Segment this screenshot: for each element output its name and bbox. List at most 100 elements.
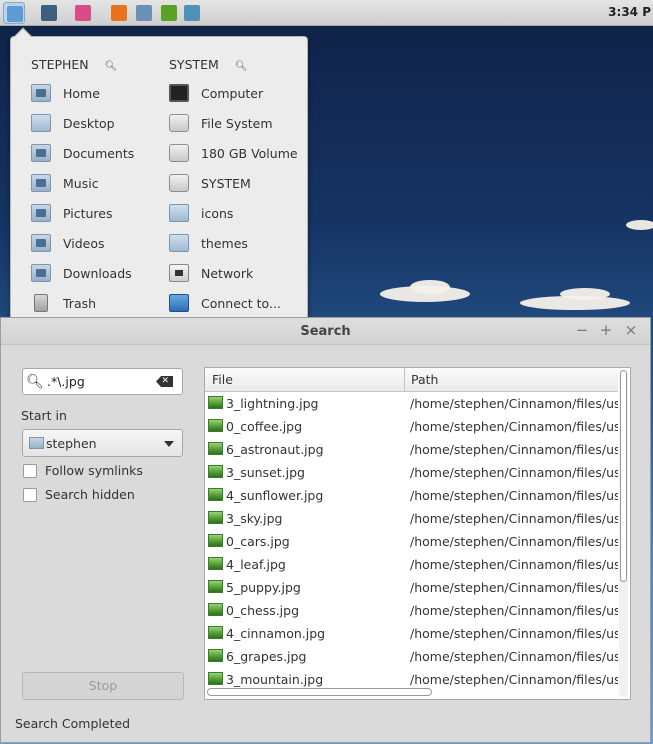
file-path: /home/stephen/Cinnamon/files/usr/sh [410, 672, 618, 687]
system-monitor-launcher[interactable] [38, 2, 60, 24]
minimize-button[interactable]: − [574, 321, 590, 339]
place-item-label: Documents [63, 145, 135, 161]
spotify-launcher[interactable] [158, 2, 180, 24]
column-header-path[interactable]: Path [411, 372, 438, 387]
table-row[interactable]: 4_leaf.jpg/home/stephen/Cinnamon/files/u… [205, 553, 618, 576]
wallpaper-cloud [626, 220, 653, 230]
table-row[interactable]: 6_astronaut.jpg/home/stephen/Cinnamon/fi… [205, 438, 618, 461]
place-item-videos[interactable]: Videos [31, 232, 105, 254]
file-name: 3_sky.jpg [226, 511, 283, 526]
place-item-label: Connect to... [201, 295, 281, 311]
place-item-label: Computer [201, 85, 264, 101]
maximize-button[interactable]: + [598, 321, 614, 339]
scanner-launcher[interactable] [133, 2, 155, 24]
place-item-themes[interactable]: themes [169, 232, 248, 254]
color-picker-launcher[interactable] [72, 2, 94, 24]
firefox-launcher-icon [111, 5, 127, 21]
remote-desktop-launcher[interactable] [181, 2, 203, 24]
system-places-heading: SYSTEM 🔍︎ [169, 57, 248, 72]
table-row[interactable]: 4_sunflower.jpg/home/stephen/Cinnamon/fi… [205, 484, 618, 507]
place-item-system[interactable]: SYSTEM [169, 172, 251, 194]
menu-pointer [14, 27, 32, 45]
place-item-icons[interactable]: icons [169, 202, 233, 224]
place-item-computer[interactable]: Computer [169, 82, 263, 104]
file-name: 0_cars.jpg [226, 534, 290, 549]
search-hidden-checkbox[interactable] [23, 488, 37, 502]
file-name: 0_chess.jpg [226, 603, 300, 618]
place-item-music[interactable]: Music [31, 172, 99, 194]
place-item-network[interactable]: Network [169, 262, 253, 284]
table-row[interactable]: 0_chess.jpg/home/stephen/Cinnamon/files/… [205, 599, 618, 622]
search-input[interactable] [47, 374, 147, 389]
place-item-home[interactable]: Home [31, 82, 100, 104]
table-header: File Path [205, 368, 618, 392]
place-item-180-gb-volume[interactable]: 180 GB Volume [169, 142, 298, 164]
place-item-downloads[interactable]: Downloads [31, 262, 132, 284]
place-item-label: Music [63, 175, 99, 191]
place-item-label: Network [201, 265, 254, 281]
place-item-label: Videos [63, 235, 105, 251]
wallpaper-cloud [560, 288, 610, 300]
file-name: 3_sunset.jpg [226, 465, 305, 480]
folder-icon [169, 234, 189, 252]
file-name: 6_grapes.jpg [226, 649, 307, 664]
vertical-scrollbar-thumb[interactable] [620, 370, 627, 582]
place-item-file-system[interactable]: File System [169, 112, 273, 134]
search-icon[interactable]: 🔍︎ [235, 61, 248, 72]
results-table: File Path 3_lightning.jpg/home/stephen/C… [204, 367, 631, 700]
image-file-icon [208, 603, 223, 616]
image-file-icon [208, 488, 223, 501]
image-file-icon [208, 396, 223, 409]
clear-icon[interactable]: ✕ [156, 376, 173, 387]
place-item-documents[interactable]: Documents [31, 142, 134, 164]
search-icon[interactable]: 🔍︎ [105, 61, 118, 72]
clock[interactable]: 3:34 P [608, 5, 651, 19]
column-header-file[interactable]: File [212, 372, 233, 387]
connect-icon [169, 294, 189, 312]
file-path: /home/stephen/Cinnamon/files/usr/sh [410, 557, 618, 572]
folder-icon [169, 204, 189, 222]
pictures-folder-icon [31, 204, 51, 222]
search-field[interactable]: 🔍︎ ✕ [22, 368, 183, 395]
place-item-pictures[interactable]: Pictures [31, 202, 113, 224]
vertical-scrollbar[interactable] [619, 370, 628, 697]
title-bar[interactable]: Search − + × [1, 318, 650, 345]
file-name: 4_leaf.jpg [226, 557, 286, 572]
trash-icon [34, 294, 48, 312]
table-row[interactable]: 3_lightning.jpg/home/stephen/Cinnamon/fi… [205, 392, 618, 415]
network-icon [169, 264, 189, 282]
table-row[interactable]: 4_cinnamon.jpg/home/stephen/Cinnamon/fil… [205, 622, 618, 645]
search-hidden-label[interactable]: Search hidden [45, 487, 135, 502]
start-in-dropdown[interactable]: stephen [22, 429, 183, 457]
table-row[interactable]: 3_sky.jpg/home/stephen/Cinnamon/files/us… [205, 507, 618, 530]
table-row[interactable]: 6_grapes.jpg/home/stephen/Cinnamon/files… [205, 645, 618, 668]
horizontal-scrollbar[interactable] [207, 688, 617, 697]
table-row[interactable]: 5_puppy.jpg/home/stephen/Cinnamon/files/… [205, 576, 618, 599]
file-name: 5_puppy.jpg [226, 580, 301, 595]
place-item-label: 180 GB Volume [201, 145, 298, 161]
file-path: /home/stephen/Cinnamon/files/usr/sh [410, 442, 618, 457]
image-file-icon [208, 511, 223, 524]
place-item-label: Downloads [63, 265, 132, 281]
table-row[interactable]: 0_coffee.jpg/home/stephen/Cinnamon/files… [205, 415, 618, 438]
computer-icon [169, 84, 189, 102]
column-divider[interactable] [404, 368, 405, 392]
close-button[interactable]: × [623, 321, 639, 339]
place-item-desktop[interactable]: Desktop [31, 112, 115, 134]
follow-symlinks-label[interactable]: Follow symlinks [45, 463, 143, 478]
downloads-folder-icon [31, 264, 51, 282]
place-item-connect-to[interactable]: Connect to... [169, 292, 281, 314]
image-file-icon [208, 419, 223, 432]
file-path: /home/stephen/Cinnamon/files/usr/sh [410, 419, 618, 434]
stop-button[interactable]: Stop [22, 672, 184, 700]
files-launcher[interactable] [3, 2, 25, 24]
place-item-trash[interactable]: Trash [31, 292, 96, 314]
firefox-launcher[interactable] [108, 2, 130, 24]
table-row[interactable]: 0_cars.jpg/home/stephen/Cinnamon/files/u… [205, 530, 618, 553]
horizontal-scrollbar-thumb[interactable] [207, 688, 432, 696]
file-path: /home/stephen/Cinnamon/files/usr/sh [410, 626, 618, 641]
follow-symlinks-checkbox[interactable] [23, 464, 37, 478]
start-in-label: Start in [21, 408, 67, 423]
wallpaper-cloud [410, 280, 450, 294]
table-row[interactable]: 3_sunset.jpg/home/stephen/Cinnamon/files… [205, 461, 618, 484]
